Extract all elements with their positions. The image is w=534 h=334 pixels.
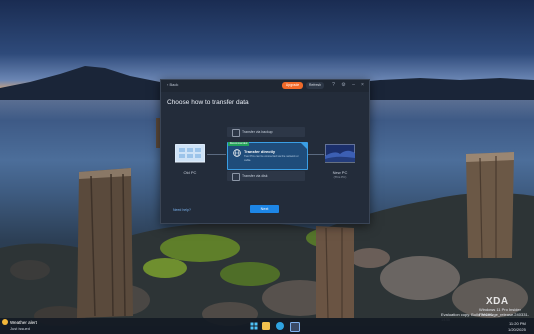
weather-subtitle: Just issued (10, 326, 31, 331)
recommended-badge: Recommended (228, 142, 249, 146)
connector-right (307, 154, 324, 155)
refresh-button[interactable]: Refresh (306, 82, 324, 89)
new-pc-sublabel: (This PC) (333, 175, 347, 179)
upgrade-button[interactable]: Upgrade (282, 82, 303, 89)
taskbar: Weather alert Just issued 11:20 PM 1/20/… (0, 318, 534, 334)
option-label: Transfer via backup (242, 130, 273, 134)
option-description: Two PCs can be connected via the network… (244, 155, 299, 162)
option-transfer-directly[interactable]: Recommended Transfer directly Two PCs ca… (227, 142, 308, 170)
minimize-icon[interactable]: – (351, 83, 356, 88)
edge-icon[interactable] (276, 322, 284, 330)
title-bar: ‹ Back Upgrade Refresh ? ⚙ – × (161, 80, 369, 92)
help-link[interactable]: Need help? (173, 208, 191, 212)
back-label: Back (169, 82, 179, 87)
disk-icon (232, 173, 240, 181)
option-transfer-via-disk[interactable]: Transfer via disk (227, 171, 305, 181)
next-button[interactable]: Next (250, 205, 279, 213)
app-icon[interactable] (290, 322, 300, 332)
help-icon[interactable]: ? (331, 83, 336, 88)
settings-icon[interactable]: ⚙ (341, 83, 346, 88)
back-button[interactable]: ‹ Back (167, 82, 178, 87)
selected-corner-check-icon (301, 143, 307, 149)
file-explorer-icon[interactable] (262, 322, 270, 330)
connector-left (207, 154, 226, 155)
globe-icon (233, 149, 241, 157)
old-pc-icon (175, 144, 205, 163)
wooden-post-center (316, 226, 354, 319)
wooden-post-right (466, 152, 514, 259)
backup-icon (232, 129, 240, 137)
page-title: Choose how to transfer data (167, 99, 249, 106)
option-label: Transfer directly (244, 149, 276, 154)
old-pc-label: Old PC (183, 170, 197, 175)
close-icon[interactable]: × (360, 83, 365, 88)
new-pc-icon (325, 144, 355, 163)
option-transfer-via-backup[interactable]: Transfer via backup (227, 127, 305, 137)
xda-watermark: XDA (486, 296, 509, 307)
weather-title[interactable]: Weather alert (10, 320, 37, 325)
option-label: Transfer via disk (242, 174, 268, 178)
weather-alert-icon[interactable] (2, 319, 8, 325)
transfer-app-window: ‹ Back Upgrade Refresh ? ⚙ – × Choose ho… (160, 79, 370, 224)
taskbar-date[interactable]: 1/20/2025 (508, 327, 526, 332)
taskbar-time[interactable]: 11:20 PM (509, 321, 526, 326)
wooden-post-left (77, 168, 133, 318)
start-icon[interactable] (250, 322, 258, 330)
